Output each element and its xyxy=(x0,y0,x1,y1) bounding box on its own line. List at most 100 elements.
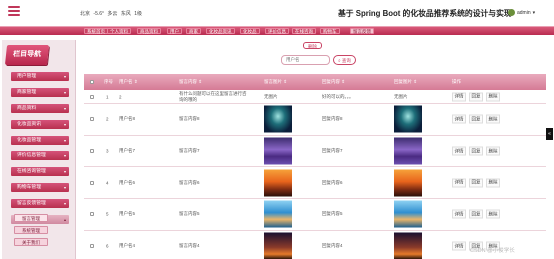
search-button[interactable]: ⌕ 查询 xyxy=(333,55,356,65)
sidebar-item[interactable]: 留言反馈管理 ▾ xyxy=(11,199,69,209)
sidebar-item[interactable]: 在线咨询管理 ▾ xyxy=(11,167,69,177)
avatar-icon xyxy=(508,9,515,16)
reply-image-text: 无图片 xyxy=(394,93,408,99)
nav-item[interactable]: 用户 xyxy=(167,28,182,34)
chevron-down-icon: ▾ xyxy=(63,137,66,143)
detail-button[interactable]: 详情 xyxy=(452,178,466,188)
nav-item[interactable]: 购物车 xyxy=(320,28,340,34)
nav-item[interactable]: 化妆品资讯 xyxy=(206,28,235,34)
table-row: 2 用户名8 留言内容8 回复内容8 详情 回复 删除 xyxy=(84,104,546,136)
row-index: 1 xyxy=(106,94,109,99)
weather-city: 北京 xyxy=(80,11,91,17)
row-actions: 详情 回复 删除 xyxy=(452,209,500,219)
reply-button[interactable]: 回复 xyxy=(469,146,483,156)
header-index: 序号 xyxy=(104,79,113,84)
reply-button[interactable]: 回复 xyxy=(469,209,483,219)
reply-image[interactable] xyxy=(394,105,422,133)
reply-image[interactable] xyxy=(394,200,422,228)
sidebar-item-label: 评价信息管理 xyxy=(17,153,46,159)
row-checkbox[interactable] xyxy=(90,212,94,217)
detail-button[interactable]: 详情 xyxy=(452,241,466,251)
message-image[interactable] xyxy=(264,105,292,133)
header-username[interactable]: 用户名 ⇕ xyxy=(119,79,138,85)
delete-button[interactable]: 删除 xyxy=(486,209,500,219)
nav-item[interactable]: 留言反馈 xyxy=(350,28,374,34)
row-checkbox[interactable] xyxy=(90,94,94,99)
header-reply-image[interactable]: 回复图片 ⇕ xyxy=(394,79,417,85)
row-reply: 回复内容8 xyxy=(322,116,343,122)
delete-button[interactable]: 删除 xyxy=(486,114,500,124)
sidebar-item-label: 留言反馈管理 xyxy=(17,201,46,207)
username: admin xyxy=(517,9,531,16)
sidebar-item[interactable]: 化妆品管理 ▾ xyxy=(11,135,69,145)
row-username: 用户名7 xyxy=(119,148,136,154)
top-nav: 系统首页 个人资料 商品资料 用户 商家 化妆品资讯 化妆品 评价信息 在线咨询 购物车 留言反馈 xyxy=(0,26,554,35)
sidebar-subitem[interactable]: 留言管理 xyxy=(14,214,48,222)
row-checkbox[interactable] xyxy=(90,244,94,249)
sidebar-submenu: 留言管理系统管理关于我们 xyxy=(14,214,48,250)
table-row: 6 用户名4 留言内容4 回复内容4 详情 回复 删除 xyxy=(84,230,546,259)
nav-item[interactable]: 系统首页 xyxy=(84,28,108,34)
user-menu[interactable]: admin ▾ xyxy=(508,9,535,16)
sidebar-item[interactable]: 化妆品资讯 ▾ xyxy=(11,119,69,129)
reply-button[interactable]: 回复 xyxy=(469,178,483,188)
row-content: 有什么问题可以在这里留言进行咨询的哦的 xyxy=(179,90,247,102)
collapse-handle-icon[interactable]: « xyxy=(546,128,553,140)
table-row: 5 用户名5 留言内容5 回复内容5 详情 回复 删除 xyxy=(84,199,546,231)
chevron-down-icon: ▾ xyxy=(63,89,66,95)
row-content: 留言内容8 xyxy=(179,116,200,122)
reply-button[interactable]: 回复 xyxy=(469,114,483,124)
reply-image[interactable] xyxy=(394,232,422,259)
delete-button[interactable]: 删除 xyxy=(486,146,500,156)
select-all-checkbox[interactable] xyxy=(90,80,94,84)
row-checkbox[interactable] xyxy=(90,180,94,185)
detail-button[interactable]: 详情 xyxy=(452,209,466,219)
sidebar-item-label: 购物车管理 xyxy=(17,185,41,191)
sidebar-item-label: 商品资料 xyxy=(17,105,37,111)
message-image[interactable] xyxy=(264,232,292,259)
sidebar-heading: 栏目导航 xyxy=(4,45,50,65)
delete-button[interactable]: 删除 xyxy=(486,92,500,101)
message-image[interactable] xyxy=(264,137,292,165)
watermark: CSDN @小俊学长 xyxy=(470,248,515,254)
nav-item[interactable]: 评价信息 xyxy=(265,28,289,34)
delete-tag[interactable]: 删除 xyxy=(303,42,322,49)
nav-item[interactable]: 在线咨询 xyxy=(292,28,316,34)
sidebar-item[interactable]: 评价信息管理 ▾ xyxy=(11,151,69,161)
message-image[interactable] xyxy=(264,169,292,197)
row-username: 用户名8 xyxy=(119,116,136,122)
reply-button[interactable]: 回复 xyxy=(469,92,483,101)
message-image[interactable] xyxy=(264,200,292,228)
search-input[interactable] xyxy=(281,55,330,65)
chevron-down-icon: ▾ xyxy=(63,105,66,111)
detail-button[interactable]: 详情 xyxy=(452,146,466,156)
reply-image[interactable] xyxy=(394,137,422,165)
hamburger-menu-icon[interactable] xyxy=(8,5,20,17)
header-image[interactable]: 留言图片 ⇕ xyxy=(264,79,287,85)
row-checkbox[interactable] xyxy=(90,149,94,154)
table-header: 序号 用户名 ⇕ 留言内容 ⇕ 留言图片 ⇕ 回复内容 ⇕ 回复图片 ⇕ 操作 xyxy=(84,74,546,90)
row-username: 用户名6 xyxy=(119,179,136,185)
sidebar-item[interactable]: 商品资料 ▾ xyxy=(11,103,69,113)
sidebar-subitem[interactable]: 关于我们 xyxy=(14,238,48,246)
detail-button[interactable]: 详情 xyxy=(452,92,466,101)
sidebar-subitem[interactable]: 系统管理 xyxy=(14,226,48,234)
row-index: 4 xyxy=(106,180,109,186)
nav-item[interactable]: 商家 xyxy=(186,28,201,34)
nav-item[interactable]: 化妆品 xyxy=(240,28,260,34)
detail-button[interactable]: 详情 xyxy=(452,114,466,124)
row-checkbox[interactable] xyxy=(90,117,94,122)
sidebar-item[interactable]: 购物车管理 ▾ xyxy=(11,183,69,193)
header-content[interactable]: 留言内容 ⇕ xyxy=(179,79,202,85)
nav-item[interactable]: 商品资料 xyxy=(137,28,161,34)
weather-info: 北京 -5.6° 多云 东风 1级 xyxy=(80,10,144,17)
reply-image[interactable] xyxy=(394,169,422,197)
nav-item[interactable]: 个人资料 xyxy=(107,28,131,34)
row-actions: 详情 回复 删除 xyxy=(452,146,500,156)
chevron-down-icon: ▾ xyxy=(532,9,536,16)
delete-button[interactable]: 删除 xyxy=(486,178,500,188)
weather-condition: 多云 xyxy=(107,11,118,17)
sidebar-item[interactable]: 用户管理 ▾ xyxy=(11,72,69,81)
header-reply[interactable]: 回复内容 ⇕ xyxy=(322,79,345,85)
sidebar-item[interactable]: 商家管理 ▾ xyxy=(11,87,69,97)
